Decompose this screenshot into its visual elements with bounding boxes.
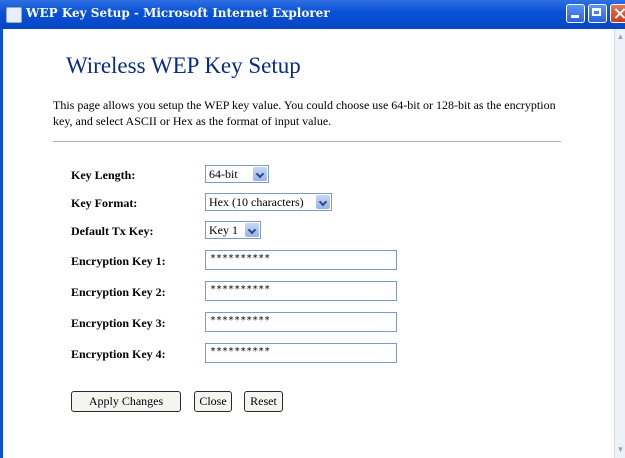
default-tx-key-value: Key 1 (209, 223, 238, 237)
encryption-key-2-label: Encryption Key 2: (71, 285, 166, 299)
divider (53, 141, 561, 142)
chevron-down-icon[interactable] (245, 223, 259, 237)
ie-page-icon (6, 7, 22, 23)
default-tx-key-select[interactable]: Key 1 (205, 221, 261, 239)
reset-button[interactable]: Reset (244, 391, 283, 412)
chevron-down-icon[interactable] (316, 195, 330, 209)
encryption-key-3-input[interactable]: ********** (205, 312, 397, 332)
key-length-label: Key Length: (71, 168, 136, 182)
page-title: Wireless WEP Key Setup (66, 53, 301, 78)
apply-changes-button[interactable]: Apply Changes (71, 391, 181, 412)
window-frame-left (0, 29, 3, 458)
key-format-label: Key Format: (71, 196, 138, 210)
key-length-value: 64-bit (209, 167, 238, 181)
minimize-button[interactable] (566, 4, 585, 23)
key-length-select[interactable]: 64-bit (205, 165, 269, 183)
encryption-key-1-input[interactable]: ********** (205, 250, 397, 270)
close-window-button[interactable] (610, 4, 625, 23)
window-title: WEP Key Setup - Microsoft Internet Explo… (26, 6, 330, 20)
title-bar: WEP Key Setup - Microsoft Internet Explo… (0, 0, 625, 29)
encryption-key-1-label: Encryption Key 1: (71, 254, 166, 268)
scroll-down-arrow-icon[interactable]: ▼ (615, 442, 625, 458)
encryption-key-3-label: Encryption Key 3: (71, 316, 166, 330)
scroll-up-arrow-icon[interactable]: ▲ (615, 29, 625, 45)
encryption-key-4-label: Encryption Key 4: (71, 347, 166, 361)
key-format-select[interactable]: Hex (10 characters) (205, 193, 332, 211)
key-format-value: Hex (10 characters) (209, 195, 304, 209)
vertical-scrollbar[interactable]: ▲ ▼ (614, 29, 625, 458)
close-button[interactable]: Close (194, 391, 232, 412)
default-tx-key-label: Default Tx Key: (71, 224, 154, 238)
encryption-key-4-input[interactable]: ********** (205, 343, 397, 363)
encryption-key-2-input[interactable]: ********** (205, 281, 397, 301)
chevron-down-icon[interactable] (253, 167, 267, 181)
page-description: This page allows you setup the WEP key v… (53, 98, 556, 128)
maximize-button[interactable] (588, 4, 607, 23)
